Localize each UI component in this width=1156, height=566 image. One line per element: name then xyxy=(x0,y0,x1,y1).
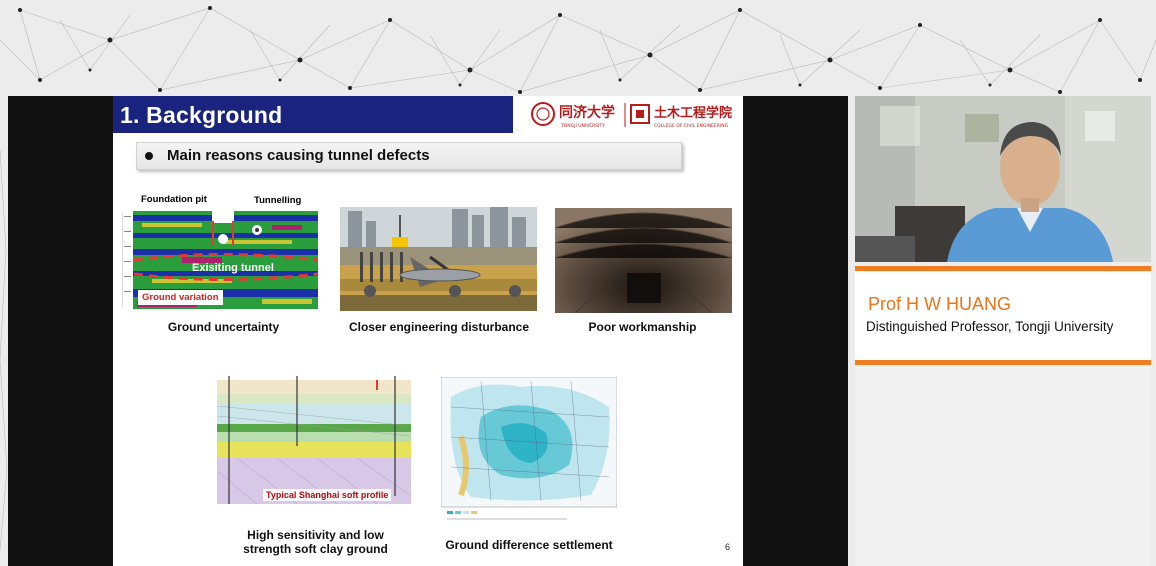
name-card-bottom-divider xyxy=(855,360,1151,365)
bullet-box: Main reasons causing tunnel defects xyxy=(136,142,682,170)
svg-text:土木工程学院: 土木工程学院 xyxy=(654,105,732,121)
speaker-avatar xyxy=(855,96,1151,262)
existing-tunnel-label: Exisiting tunnel xyxy=(192,262,274,274)
side-panel-empty xyxy=(855,366,1151,566)
construction-illustration-image xyxy=(340,207,537,311)
slide-header: 1. Background 同济大学 TONGJI UNIVERSITY 土木工… xyxy=(113,96,743,133)
workmanship-caption: Poor workmanship xyxy=(588,320,697,334)
foundation-pit-label: Foundation pit xyxy=(141,194,207,205)
ground-variation-label: Ground variation xyxy=(138,290,223,305)
speaker-name: Prof H W HUANG xyxy=(868,294,1012,314)
speaker-name-card: Prof H W HUANG Distinguished Professor, … xyxy=(855,272,1151,360)
name-card-top-divider xyxy=(855,266,1151,271)
slide-title: 1. Background xyxy=(120,102,283,128)
title-bar: 1. Background xyxy=(113,96,513,133)
speaker-title: Distinguished Professor, Tongji Universi… xyxy=(866,319,1114,334)
settlement-caption: Ground difference settlement xyxy=(445,538,613,552)
tunnel-photo-image xyxy=(555,208,732,313)
soft-profile-label: Typical Shanghai soft profile xyxy=(263,489,392,501)
slide-page-number: 6 xyxy=(725,542,731,552)
settlement-map-image xyxy=(441,377,617,520)
ground-uncertainty-figure: Foundation pit Exisiting tunnel Ground v… xyxy=(122,211,322,312)
settlement-map-figure xyxy=(441,377,617,525)
presentation-slide: 1. Background 同济大学 TONGJI UNIVERSITY 土木工… xyxy=(113,96,743,566)
soil-profile-image xyxy=(217,376,411,504)
speaker-video[interactable] xyxy=(855,96,1151,262)
workmanship-figure xyxy=(555,208,732,313)
bullet-text: Main reasons causing tunnel defects xyxy=(167,147,430,164)
bullet-dot-icon xyxy=(145,152,153,160)
soft-clay-caption-line2: strength soft clay ground xyxy=(243,542,388,556)
engineering-disturbance-caption: Closer engineering disturbance xyxy=(348,320,530,334)
university-logos: 同济大学 TONGJI UNIVERSITY 土木工程学院 COLLEGE OF… xyxy=(513,96,743,133)
ground-uncertainty-caption: Ground uncertainty xyxy=(167,320,280,334)
svg-text:同济大学: 同济大学 xyxy=(559,104,615,121)
svg-text:TONGJI UNIVERSITY: TONGJI UNIVERSITY xyxy=(560,123,605,129)
tunnelling-label: Tunnelling xyxy=(254,195,302,206)
svg-text:COLLEGE OF CIVIL ENGINEERING: COLLEGE OF CIVIL ENGINEERING xyxy=(654,123,729,129)
engineering-disturbance-figure xyxy=(340,207,537,311)
soft-clay-figure: Typical Shanghai soft profile xyxy=(217,376,411,504)
tongji-logo-icon: 同济大学 TONGJI UNIVERSITY 土木工程学院 COLLEGE OF… xyxy=(531,102,732,129)
